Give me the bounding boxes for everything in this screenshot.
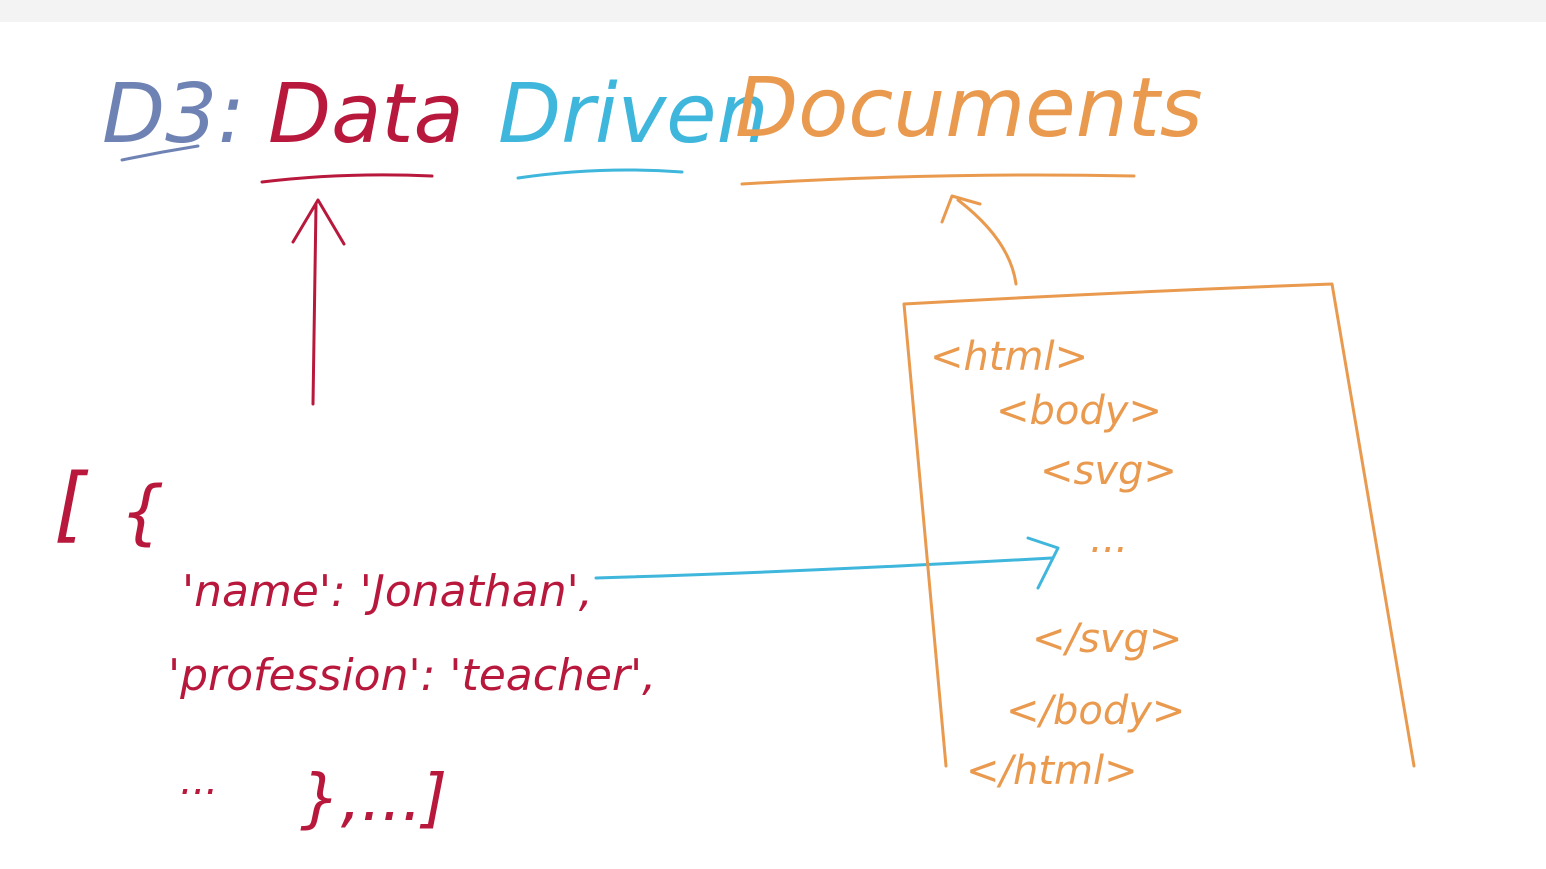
title-driven-underline: [516, 168, 684, 180]
title-word-data: Data: [268, 67, 464, 162]
title-word-driven: Driven: [498, 67, 769, 162]
doc-body-open: <body>: [996, 388, 1162, 434]
title-prefix: D3:: [102, 67, 245, 162]
doc-svg-open: <svg>: [1040, 448, 1177, 494]
arrow-to-documents-shaft: [956, 198, 1018, 286]
arrow-to-documents-head: [940, 194, 982, 224]
title-documents-underline: [740, 173, 1136, 186]
binding-arrow-shaft: [594, 556, 1054, 580]
data-open-brace: {: [120, 471, 165, 553]
data-close: },...]: [300, 762, 447, 836]
doc-html-close: </html>: [966, 748, 1138, 794]
arrow-to-data-head: [291, 198, 346, 246]
binding-arrow-head: [1026, 536, 1060, 590]
doc-dots: ...: [1090, 516, 1128, 562]
data-line-profession: 'profession': 'teacher',: [168, 650, 656, 701]
doc-html-open: <html>: [930, 334, 1088, 380]
arrow-to-data-shaft: [311, 203, 318, 406]
title-data-underline: [260, 173, 434, 184]
data-ellipsis: ...: [180, 758, 218, 804]
whiteboard-canvas: D3: Data Driven Documents [ { 'name': 'J…: [0, 0, 1546, 864]
doc-svg-close: </svg>: [1032, 616, 1182, 662]
data-open-bracket: [: [54, 457, 89, 552]
diagram-svg: D3: Data Driven Documents [ { 'name': 'J…: [0, 0, 1546, 836]
doc-body-close: </body>: [1006, 688, 1185, 734]
data-line-name: 'name': 'Jonathan',: [182, 566, 593, 617]
top-shadow: [0, 0, 1546, 22]
title-word-documents: Documents: [735, 61, 1203, 156]
